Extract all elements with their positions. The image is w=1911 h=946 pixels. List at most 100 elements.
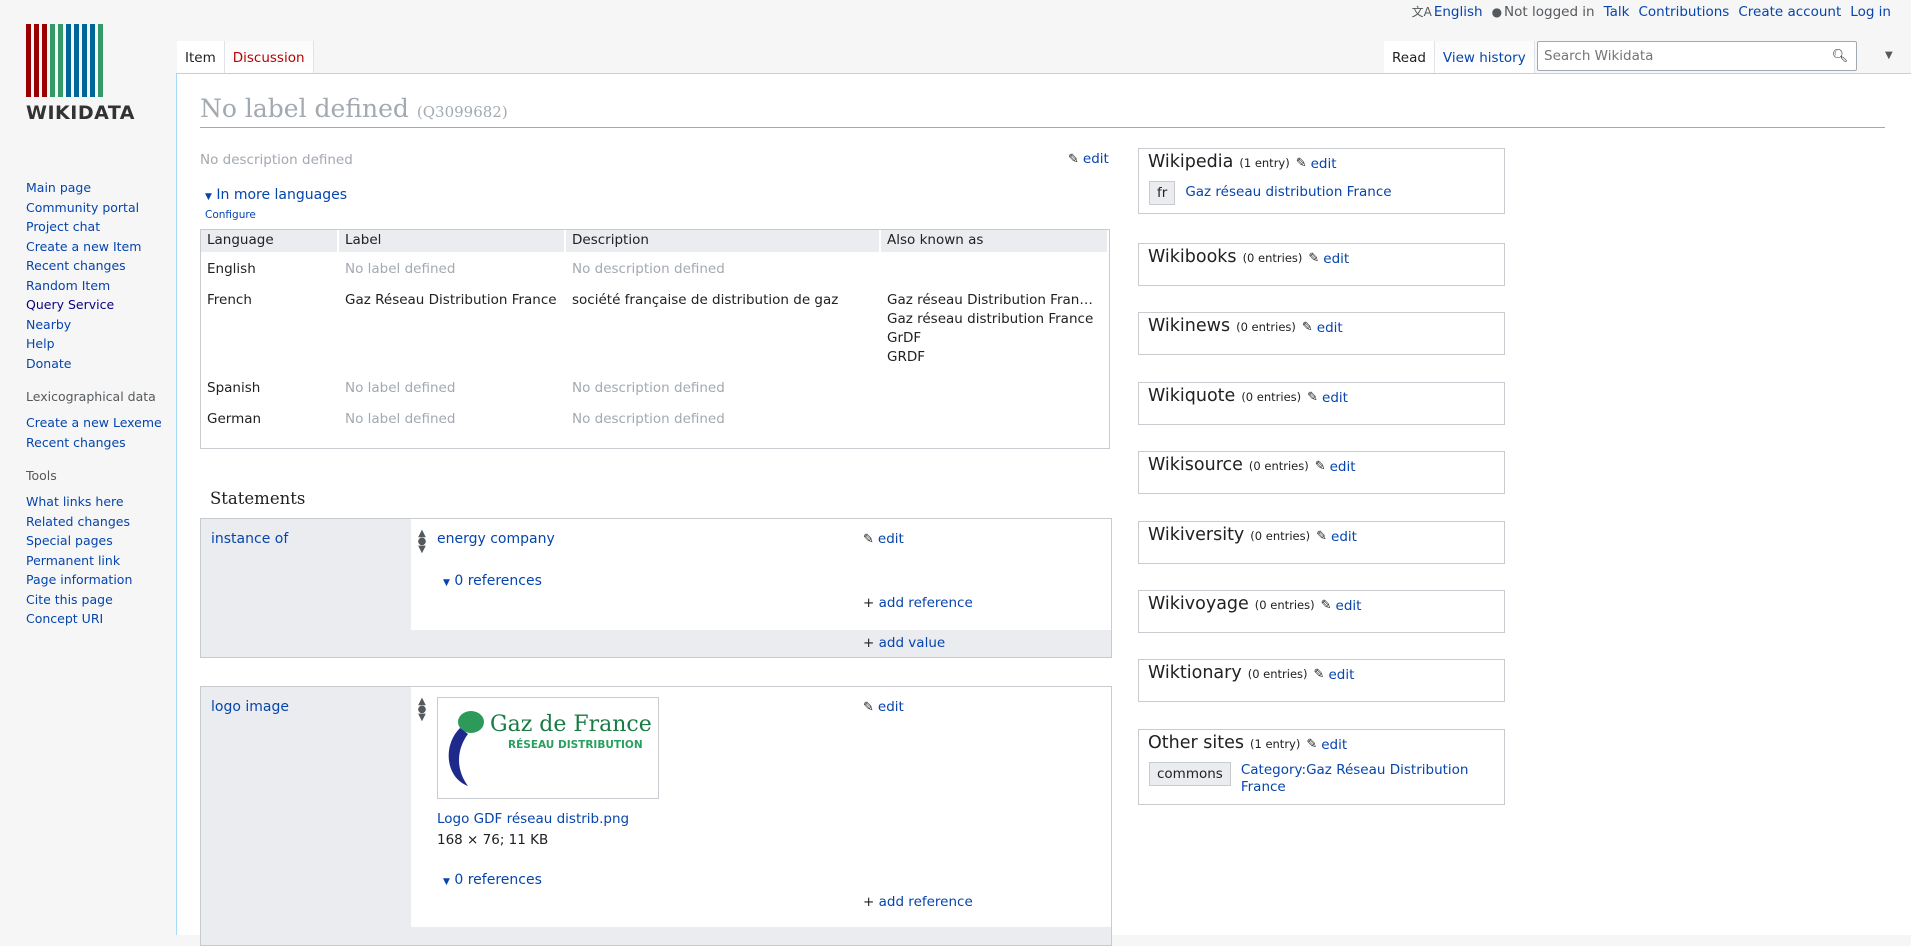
sidebar-item-page-information[interactable]: Page information <box>26 570 132 590</box>
sidebar-item-community-portal[interactable]: Community portal <box>26 198 141 218</box>
sitelinks-edit-button[interactable]: ✎ edit <box>1315 459 1356 475</box>
property-link[interactable]: logo image <box>211 699 289 715</box>
sitelink-title[interactable]: Gaz réseau distribution France <box>1185 181 1391 201</box>
sidebar-item-query-service[interactable]: Query Service <box>26 295 141 315</box>
logo-thumbnail-image[interactable]: Gaz de France RÉSEAU DISTRIBUTION <box>437 697 659 799</box>
pencil-icon: ✎ <box>1295 156 1307 171</box>
sidebar-item-lexeme-recent-changes[interactable]: Recent changes <box>26 433 162 453</box>
alias: Gaz réseau Distribution Fran… <box>887 292 1093 308</box>
sitelinks-edit-button[interactable]: ✎ edit <box>1296 156 1337 172</box>
sidebar-item-create-lexeme[interactable]: Create a new Lexeme <box>26 413 162 433</box>
search-icon[interactable]: 🔍︎ <box>1828 49 1852 64</box>
in-more-languages-toggle[interactable]: ▼ In more languages <box>205 187 347 203</box>
sitelinks-header: Wikinews (0 entries) ✎ edit <box>1148 316 1343 336</box>
language-selector[interactable]: 文A English <box>1412 3 1483 20</box>
translate-icon: 文A <box>1411 5 1432 19</box>
statement-edit-button[interactable]: ✎ edit <box>863 699 904 715</box>
references-label: 0 references <box>454 573 542 589</box>
sitelinks-edit-button[interactable]: ✎ edit <box>1314 667 1355 683</box>
rank-selector-icon[interactable]: ▲ ● ▼ <box>417 529 427 555</box>
sitelinks-wikibooks: Wikibooks (0 entries) ✎ edit <box>1138 243 1505 286</box>
property-link[interactable]: instance of <box>211 531 288 547</box>
pencil-icon: ✎ <box>1320 598 1332 613</box>
contributions-link[interactable]: Contributions <box>1638 4 1729 20</box>
language-link[interactable]: English <box>1434 4 1483 20</box>
pencil-icon: ✎ <box>1314 459 1326 474</box>
sidebar-item-nearby[interactable]: Nearby <box>26 315 141 335</box>
sitelinks-edit-button[interactable]: ✎ edit <box>1316 529 1357 545</box>
edit-label: edit <box>877 699 904 715</box>
item-description: No description defined <box>200 152 353 168</box>
view-tabs: Read View history <box>1384 41 1535 73</box>
log-in-link[interactable]: Log in <box>1850 4 1891 20</box>
sidebar-item-what-links-here[interactable]: What links here <box>26 492 132 512</box>
table-row: Spanish No label defined No description … <box>201 371 1109 402</box>
sidebar-item-permanent-link[interactable]: Permanent link <box>26 551 132 571</box>
chevron-down-icon: ▼ <box>205 192 212 202</box>
sitelinks-name: Wikinews <box>1148 316 1231 336</box>
sitelinks-edit-button[interactable]: ✎ edit <box>1302 320 1343 336</box>
add-value-button[interactable]: + add value <box>863 635 945 651</box>
sitelink-title[interactable]: Category:Gaz Réseau Distribution France <box>1241 762 1486 796</box>
logo-bar <box>90 24 95 97</box>
tab-item[interactable]: Item <box>177 41 225 73</box>
configure-link[interactable]: Configure <box>205 209 256 221</box>
sitelinks-header: Wikiversity (0 entries) ✎ edit <box>1148 525 1357 545</box>
search-input[interactable] <box>1538 43 1828 69</box>
file-metadata: 168 × 76; 11 KB <box>437 832 549 848</box>
add-reference-label: add reference <box>878 894 973 910</box>
sidebar-item-special-pages[interactable]: Special pages <box>26 531 132 551</box>
sitelinks-edit-button[interactable]: ✎ edit <box>1307 390 1348 406</box>
sitelinks-name: Wikiquote <box>1148 386 1236 406</box>
sitelinks-count: (0 entries) <box>1241 390 1302 404</box>
edit-label: edit <box>1331 528 1357 545</box>
more-menu-chevron-icon[interactable]: ▼ <box>1885 50 1893 61</box>
sitelinks-header: Wikipedia (1 entry) ✎ edit <box>1148 152 1337 172</box>
user-status: ● Not logged in <box>1492 4 1595 20</box>
file-link[interactable]: Logo GDF réseau distrib.png <box>437 811 629 827</box>
statement-value-link[interactable]: energy company <box>437 531 555 547</box>
site-code: fr <box>1149 181 1176 205</box>
row-aliases <box>881 252 1109 283</box>
sidebar-item-main-page[interactable]: Main page <box>26 178 141 198</box>
label-edit-button[interactable]: ✎ edit <box>1068 151 1109 167</box>
sitelinks-wikinews: Wikinews (0 entries) ✎ edit <box>1138 312 1505 355</box>
talk-link[interactable]: Talk <box>1604 4 1630 20</box>
tab-discussion[interactable]: Discussion <box>224 41 314 73</box>
statement-body: ▲ ● ▼ energy company ✎ edit ▼ 0 references … <box>411 519 1111 630</box>
sitelinks-wikipedia: Wikipedia (1 entry) ✎ edit fr Gaz réseau … <box>1138 148 1505 214</box>
statement-edit-button[interactable]: ✎ edit <box>863 531 904 547</box>
sidebar-item-create-item[interactable]: Create a new Item <box>26 237 141 257</box>
sidebar-item-related-changes[interactable]: Related changes <box>26 512 132 532</box>
pencil-icon: ✎ <box>863 699 874 715</box>
sitelinks-header: Other sites (1 entry) ✎ edit <box>1148 733 1347 753</box>
row-language: Spanish <box>207 380 261 396</box>
sidebar-item-project-chat[interactable]: Project chat <box>26 217 141 237</box>
references-toggle[interactable]: ▼ 0 references <box>443 573 542 589</box>
sitelinks-count: (1 entry) <box>1239 156 1290 170</box>
references-toggle[interactable]: ▼ 0 references <box>443 872 542 888</box>
tab-read[interactable]: Read <box>1384 41 1435 73</box>
sidebar-item-recent-changes[interactable]: Recent changes <box>26 256 141 276</box>
edit-label: edit <box>1316 319 1343 336</box>
statement-body: ▲ ● ▼ Gaz de France RÉSEAU DISTRIBUTION ✎ e… <box>411 687 1111 927</box>
sidebar-item-help[interactable]: Help <box>26 334 141 354</box>
nav-main: Main page Community portal Project chat … <box>26 178 141 373</box>
sidebar-item-donate[interactable]: Donate <box>26 354 141 374</box>
create-account-link[interactable]: Create account <box>1738 4 1841 20</box>
add-reference-button[interactable]: + add reference <box>863 894 973 910</box>
chevron-down-icon: ▼ <box>443 877 450 887</box>
tab-view-history[interactable]: View history <box>1434 41 1535 73</box>
sidebar-item-random-item[interactable]: Random Item <box>26 276 141 296</box>
add-reference-button[interactable]: + add reference <box>863 595 973 611</box>
sidebar-item-cite-this-page[interactable]: Cite this page <box>26 590 132 610</box>
sitelinks-edit-button[interactable]: ✎ edit <box>1321 598 1362 614</box>
sitelinks-edit-button[interactable]: ✎ edit <box>1306 737 1347 753</box>
row-label: No label defined <box>345 261 456 277</box>
sidebar-item-concept-uri[interactable]: Concept URI <box>26 609 132 629</box>
wikidata-logo[interactable]: WIKIDATA <box>26 24 148 124</box>
rank-selector-icon[interactable]: ▲ ● ▼ <box>417 697 427 723</box>
sitelinks-edit-button[interactable]: ✎ edit <box>1308 251 1349 267</box>
logo-bar <box>74 24 79 97</box>
sitelinks-count: (0 entries) <box>1236 320 1296 334</box>
